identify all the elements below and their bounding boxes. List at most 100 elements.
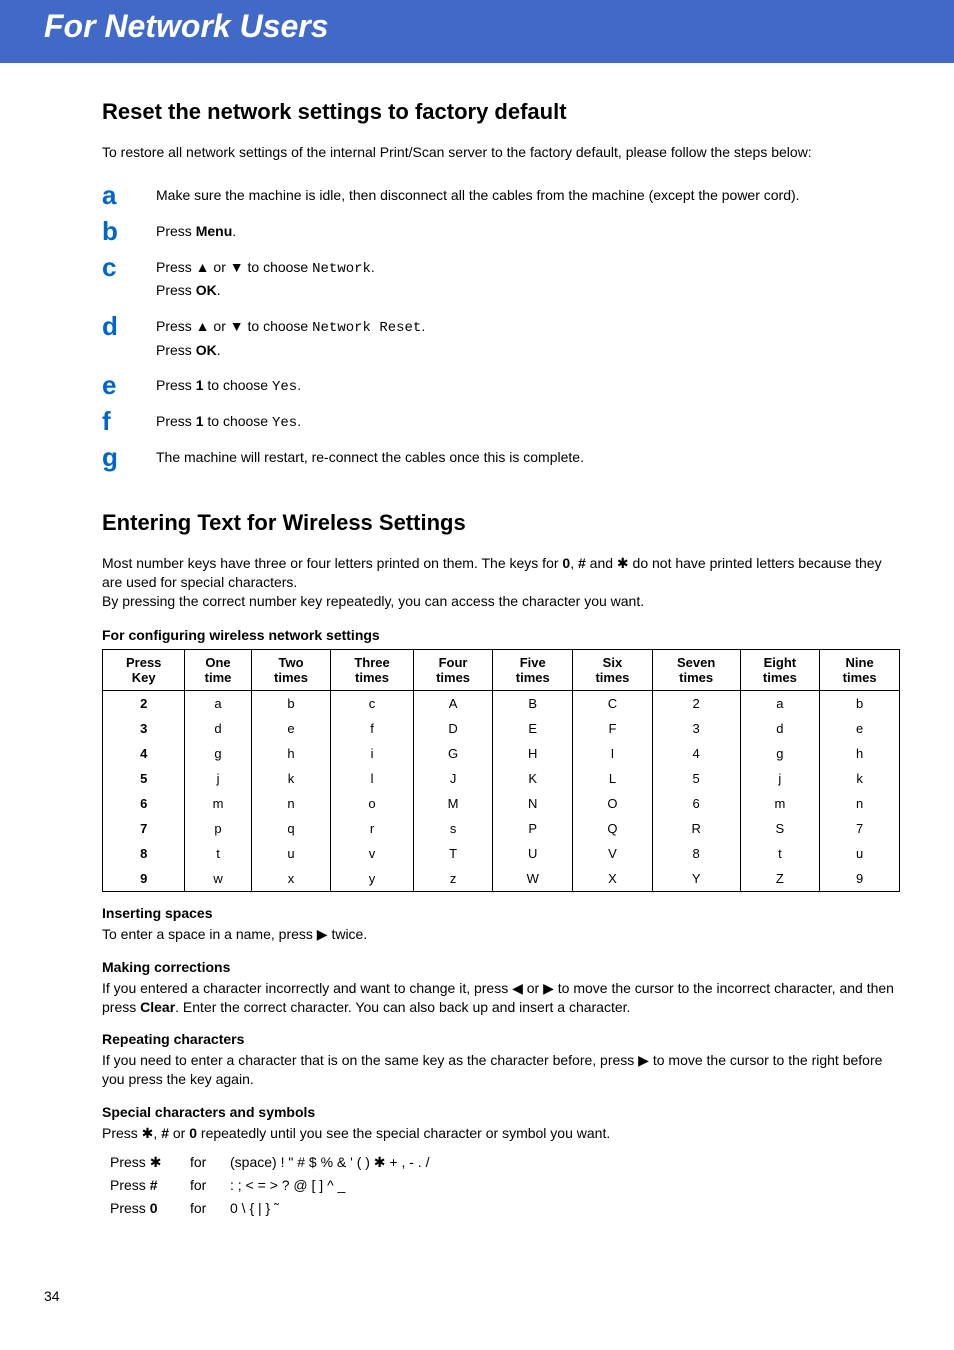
step-letter: g [102,444,156,470]
table-cell: i [331,741,413,766]
table-cell: 2 [103,690,185,716]
reset-intro: To restore all network settings of the i… [102,143,900,162]
table-cell: Z [740,866,820,892]
text: . [297,413,301,429]
table-cell: O [573,791,653,816]
banner: For Network Users [0,0,954,63]
col-header: PressKey [103,649,185,690]
table-cell: 6 [652,791,740,816]
table-cell: b [820,690,900,716]
table-cell: P [493,816,573,841]
ok-label: OK [196,342,217,358]
special-row: Press # for : ; < = > ? @ [ ] ^ _ [102,1176,900,1195]
text: . [232,223,236,239]
text: . Enter the correct character. You can a… [175,999,630,1015]
text: : ; < = > ? @ [ ] ^ _ [230,1176,900,1195]
table-cell: U [493,841,573,866]
text: . [421,318,425,334]
sub-heading: Inserting spaces [102,904,900,923]
text: Press [110,1177,150,1193]
table-cell: T [413,841,493,866]
table-cell: h [820,741,900,766]
key-label: 0 [150,1200,158,1216]
text: (space) ! " # $ % & ' ( ) ✱ + , - . / [230,1153,900,1172]
table-cell: L [573,766,653,791]
entering-intro: Most number keys have three or four lett… [102,554,900,611]
text: Press [156,342,196,358]
table-cell: V [573,841,653,866]
table-cell: q [251,816,331,841]
making-corrections: Making corrections If you entered a char… [102,958,900,1017]
table-cell: y [331,866,413,892]
text: Press [156,223,196,239]
step-d: d Press ▲ or ▼ to choose Network Reset. … [102,313,900,362]
table-row: 3defDEF3de [103,716,900,741]
step-letter: f [102,408,156,434]
table-cell: g [185,741,251,766]
text: for [190,1153,230,1172]
table-cell: f [331,716,413,741]
step-body: Press ▲ or ▼ to choose Network Reset. Pr… [156,313,900,362]
table-cell: z [413,866,493,892]
text: to choose [203,377,272,393]
char-table: PressKey Onetime Twotimes Threetimes Fou… [102,649,900,892]
step-body: Press ▲ or ▼ to choose Network. Press OK… [156,254,900,303]
text: To enter a space in a name, press ▶ twic… [102,925,900,944]
table-cell: v [331,841,413,866]
table-cell: p [185,816,251,841]
table-cell: a [185,690,251,716]
page-number: 34 [0,1288,954,1304]
entering-heading: Entering Text for Wireless Settings [102,510,900,536]
text: for [190,1176,230,1195]
step-letter: a [102,182,156,208]
table-cell: H [493,741,573,766]
table-cell: t [185,841,251,866]
table-cell: 4 [652,741,740,766]
code-text: Yes [272,415,297,431]
special-row: Press 0 for 0 \ { | } ˜ [102,1199,900,1218]
inserting-spaces: Inserting spaces To enter a space in a n… [102,904,900,944]
col-header: Sixtimes [573,649,653,690]
table-row: 4ghiGHI4gh [103,741,900,766]
table-cell: 7 [103,816,185,841]
step-e: e Press 1 to choose Yes. [102,372,900,398]
text: Most number keys have three or four lett… [102,555,562,571]
table-cell: n [251,791,331,816]
step-f: f Press 1 to choose Yes. [102,408,900,434]
table-row: 5jklJKL5jk [103,766,900,791]
code-text: Network [312,261,371,277]
step-a: a Make sure the machine is idle, then di… [102,182,900,208]
repeating-characters: Repeating characters If you need to ente… [102,1030,900,1089]
special-row: Press ✱ for (space) ! " # $ % & ' ( ) ✱ … [102,1153,900,1172]
table-cell: D [413,716,493,741]
table-cell: s [413,816,493,841]
table-cell: 2 [652,690,740,716]
reset-steps: a Make sure the machine is idle, then di… [102,182,900,470]
text: 0 \ { | } ˜ [230,1199,900,1218]
text: for [190,1199,230,1218]
text: Press [156,282,196,298]
reset-heading: Reset the network settings to factory de… [102,99,900,125]
table-cell: 9 [820,866,900,892]
step-letter: b [102,218,156,244]
step-body: Make sure the machine is idle, then disc… [156,182,900,206]
table-cell: 8 [103,841,185,866]
table-cell: K [493,766,573,791]
table-cell: 3 [103,716,185,741]
banner-title: For Network Users [44,8,954,45]
table-cell: k [251,766,331,791]
table-cell: R [652,816,740,841]
table-cell: w [185,866,251,892]
table-cell: X [573,866,653,892]
table-cell: u [820,841,900,866]
table-cell: Y [652,866,740,892]
key-hash: # [161,1125,169,1141]
clear-label: Clear [140,999,175,1015]
col-header: Onetime [185,649,251,690]
step-letter: c [102,254,156,280]
sub-heading: Special characters and symbols [102,1103,900,1122]
step-g: g The machine will restart, re-connect t… [102,444,900,470]
table-cell: 3 [652,716,740,741]
text: Press [156,413,196,429]
table-cell: B [493,690,573,716]
